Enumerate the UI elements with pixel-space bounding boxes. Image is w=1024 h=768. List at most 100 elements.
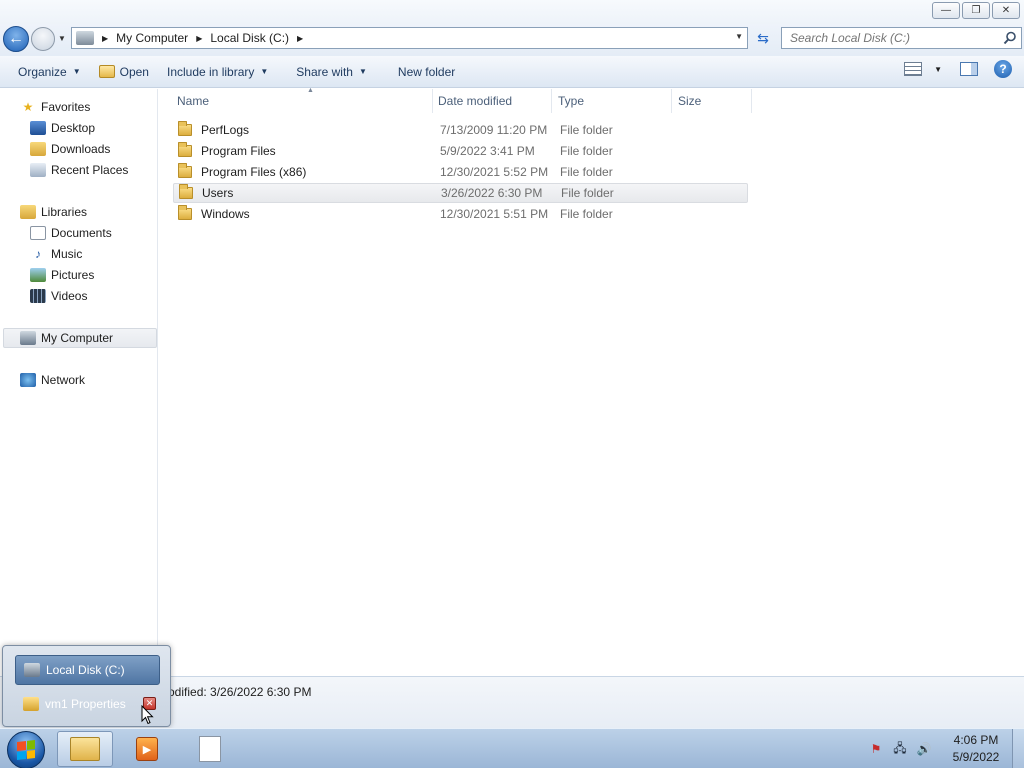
column-name[interactable]: Name ▲ — [171, 87, 433, 113]
file-date: 3/26/2022 6:30 PM — [441, 186, 543, 200]
breadcrumb-arrow-icon[interactable]: ▶ — [102, 34, 108, 43]
file-name: Program Files (x86) — [201, 165, 307, 179]
taskbar-document[interactable] — [182, 731, 238, 767]
address-dropdown-icon[interactable]: ▼ — [735, 32, 743, 41]
breadcrumb-arrow-icon[interactable]: ▶ — [196, 34, 202, 43]
nav-videos[interactable]: Videos — [30, 286, 87, 306]
refresh-icon[interactable]: ⇆ — [751, 27, 775, 49]
window-item-vm1-properties[interactable]: vm1 Properties ✕ — [15, 689, 160, 719]
window-item-label: vm1 Properties — [45, 697, 126, 711]
network-status-icon[interactable]: 🖧 — [892, 741, 908, 757]
nav-libraries[interactable]: Libraries — [20, 202, 87, 222]
open-folder-icon — [98, 65, 115, 78]
file-date: 12/30/2021 5:52 PM — [440, 165, 549, 179]
file-date: 7/13/2009 11:20 PM — [440, 123, 548, 137]
nav-label: Recent Places — [51, 163, 129, 177]
network-icon — [20, 373, 36, 387]
properties-icon — [23, 697, 39, 711]
organize-button[interactable]: Organize ▼ — [9, 60, 90, 84]
clock[interactable]: 4:06 PM 5/9/2022 — [944, 732, 1008, 766]
open-label: Open — [119, 64, 149, 79]
nav-recent-places[interactable]: Recent Places — [30, 160, 128, 180]
column-type[interactable]: Type — [552, 89, 672, 113]
drive-icon — [24, 663, 40, 677]
breadcrumb-my-computer[interactable]: My Computer — [116, 31, 188, 45]
nav-desktop[interactable]: Desktop — [30, 118, 95, 138]
libraries-icon — [20, 205, 36, 219]
file-row-windows[interactable]: Windows 12/30/2021 5:51 PM File folder — [173, 204, 748, 224]
view-options-chevron-icon[interactable]: ▼ — [934, 65, 942, 74]
chevron-down-icon: ▼ — [72, 67, 81, 76]
chevron-down-icon: ▼ — [260, 67, 269, 76]
folder-icon — [178, 163, 192, 178]
taskbar-explorer[interactable] — [57, 731, 113, 767]
window-item-local-disk[interactable]: Local Disk (C:) — [15, 655, 160, 685]
start-button[interactable] — [7, 731, 45, 768]
nav-label: Favorites — [41, 100, 91, 114]
share-with-button[interactable]: Share with ▼ — [287, 60, 376, 84]
nav-downloads[interactable]: Downloads — [30, 139, 110, 159]
nav-label: Libraries — [41, 205, 88, 219]
file-list: Name ▲ Date modified Type Size PerfLogs … — [159, 87, 1024, 676]
details-date-modified: odified: 3/26/2022 6:30 PM — [168, 685, 312, 699]
open-button[interactable]: Open — [90, 60, 158, 84]
search-box[interactable] — [781, 27, 1022, 49]
breadcrumb-arrow-icon[interactable]: ▶ — [297, 34, 303, 43]
music-note-icon: ♪ — [35, 247, 41, 261]
column-date-modified[interactable]: Date modified — [432, 89, 552, 113]
file-row-users[interactable]: Users 3/26/2022 6:30 PM File folder — [173, 183, 748, 203]
nav-documents[interactable]: Documents — [30, 223, 112, 243]
search-icon[interactable] — [1003, 31, 1017, 45]
file-row-perflogs[interactable]: PerfLogs 7/13/2009 11:20 PM File folder — [173, 120, 748, 140]
computer-icon — [76, 31, 94, 45]
file-row-program-files[interactable]: Program Files 5/9/2022 3:41 PM File fold… — [173, 141, 748, 161]
preview-pane-icon[interactable] — [960, 62, 978, 76]
nav-label: Documents — [51, 226, 112, 240]
file-row-program-files-x86[interactable]: Program Files (x86) 12/30/2021 5:52 PM F… — [173, 162, 748, 182]
file-name: Program Files — [201, 144, 276, 158]
file-type: File folder — [560, 207, 613, 221]
nav-pictures[interactable]: Pictures — [30, 265, 94, 285]
sort-ascending-icon: ▲ — [307, 87, 314, 94]
address-bar[interactable]: ▶ My Computer ▶ Local Disk (C:) ▶ ▼ — [71, 27, 748, 49]
file-type: File folder — [560, 165, 613, 179]
nav-label: Network — [41, 373, 86, 387]
clock-date: 5/9/2022 — [952, 750, 1000, 764]
maximize-button[interactable]: ❐ — [962, 2, 990, 19]
minimize-button[interactable]: — — [932, 2, 960, 19]
nav-favorites[interactable]: ★ Favorites — [20, 97, 91, 117]
include-in-library-button[interactable]: Include in library ▼ — [158, 60, 277, 84]
column-size[interactable]: Size — [672, 89, 752, 113]
folder-icon — [179, 184, 193, 199]
taskbar-media-player[interactable]: ▶ — [119, 731, 175, 767]
nav-my-computer[interactable]: My Computer — [3, 328, 157, 348]
search-input[interactable] — [790, 31, 990, 45]
help-icon[interactable]: ? — [994, 60, 1012, 78]
organize-label: Organize — [18, 64, 67, 79]
toolbar-right: ▼ ? — [904, 60, 1024, 78]
breadcrumb-local-disk[interactable]: Local Disk (C:) — [210, 31, 289, 45]
star-icon: ★ — [22, 100, 34, 114]
downloads-folder-icon — [30, 142, 46, 156]
nav-label: Desktop — [51, 121, 96, 135]
new-folder-button[interactable]: New folder — [389, 60, 464, 84]
mouse-cursor-icon — [141, 705, 154, 725]
windows-logo-icon — [17, 740, 35, 760]
close-button[interactable]: ✕ — [992, 2, 1020, 19]
clock-time: 4:06 PM — [953, 733, 999, 747]
file-date: 5/9/2022 3:41 PM — [440, 144, 535, 158]
nav-network[interactable]: Network — [20, 370, 85, 390]
folder-icon — [178, 121, 192, 136]
recent-pages-dropdown-icon[interactable]: ▼ — [58, 34, 66, 43]
computer-icon — [20, 331, 36, 345]
nav-label: Videos — [51, 289, 88, 303]
change-view-icon[interactable] — [904, 62, 923, 76]
show-desktop-button[interactable] — [1012, 729, 1024, 768]
new-folder-label: New folder — [397, 64, 456, 79]
forward-button[interactable] — [31, 27, 55, 51]
action-center-flag-icon[interactable]: ⚑ — [868, 741, 884, 757]
back-button[interactable]: ← — [3, 26, 29, 52]
volume-icon[interactable]: 🔊 — [916, 741, 932, 757]
file-name: PerfLogs — [201, 123, 250, 137]
nav-music[interactable]: ♪ Music — [30, 244, 82, 264]
